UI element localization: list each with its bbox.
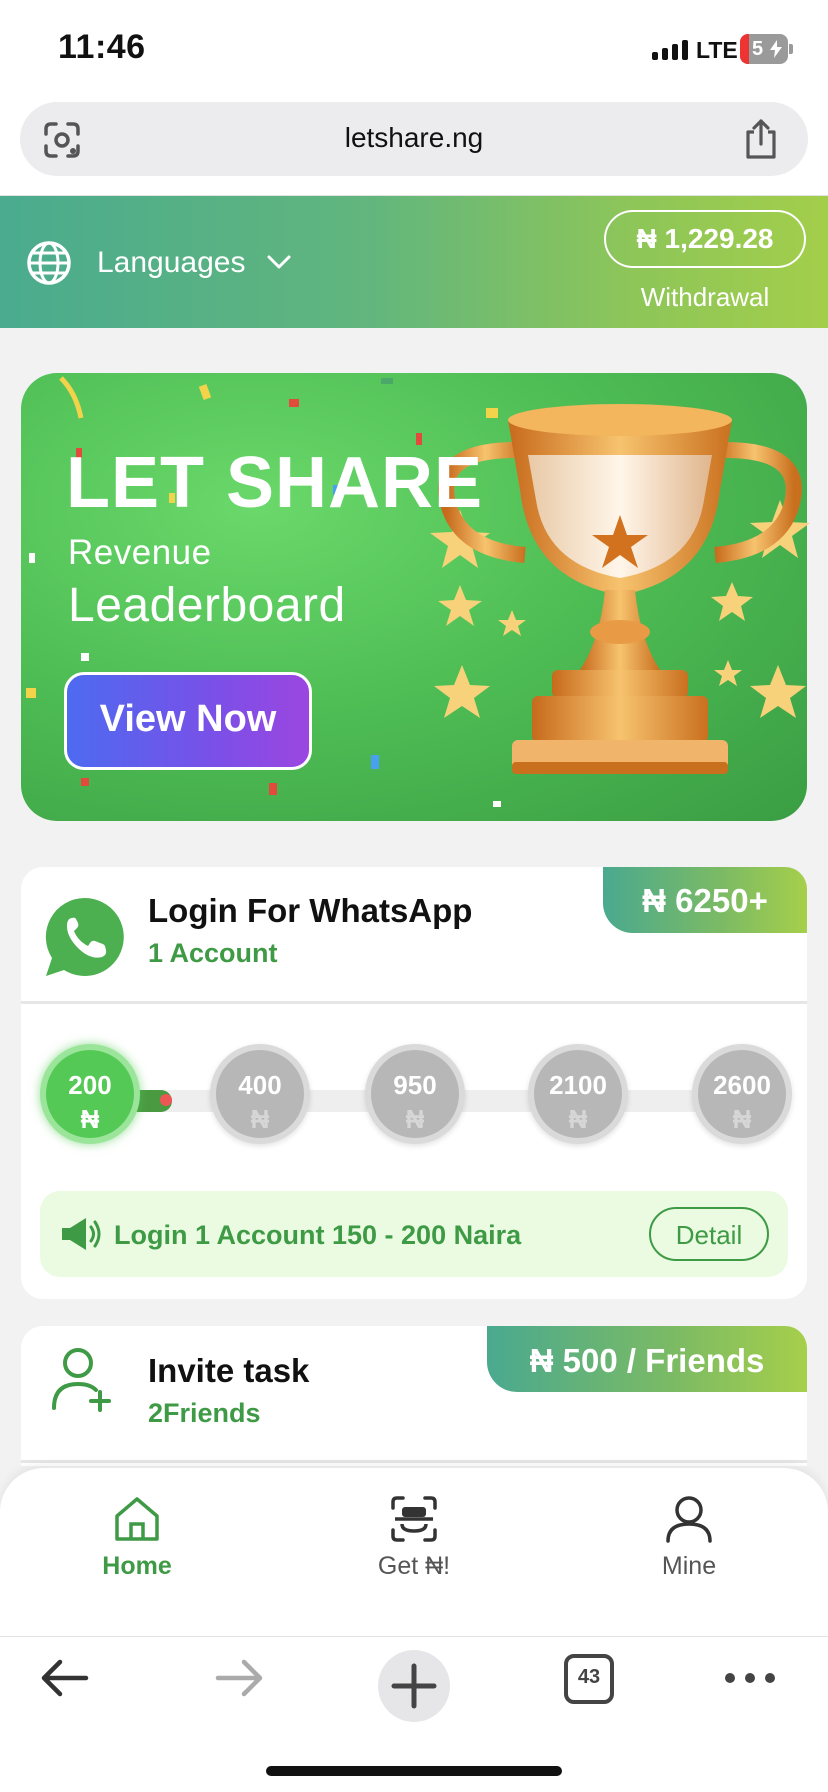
milestone-currency: ₦ [568, 1104, 588, 1134]
banner-subtitle-large: Leaderboard [68, 579, 346, 632]
tab-count[interactable]: 43 [564, 1666, 614, 1689]
megaphone-icon [62, 1218, 101, 1250]
milestone-currency: ₦ [732, 1104, 752, 1134]
chevron-down-icon[interactable] [266, 252, 292, 272]
signal-icon [652, 40, 688, 60]
invite-reward-text: ₦ 500 / Friends [529, 1342, 765, 1379]
back-arrow-icon[interactable] [36, 1650, 92, 1706]
globe-icon[interactable] [26, 240, 72, 286]
user-icon[interactable] [664, 1494, 714, 1544]
milestone-value: 200 [68, 1070, 112, 1100]
add-friend-icon [52, 1348, 111, 1412]
share-icon[interactable] [742, 118, 780, 160]
balance-amount[interactable]: ₦ 1,229.28 [604, 223, 806, 255]
battery-level: 5 [752, 38, 764, 60]
milestone-value: 400 [238, 1070, 282, 1100]
progress-marker [160, 1094, 172, 1106]
milestone-currency: ₦ [80, 1104, 100, 1134]
milestone-value: 2600 [713, 1070, 771, 1100]
forward-arrow-icon[interactable] [212, 1650, 268, 1706]
nav-mine[interactable]: Mine [609, 1552, 769, 1581]
task-subtitle: 1 Account [148, 938, 278, 968]
languages-selector[interactable]: Languages [97, 246, 245, 280]
battery-icon: 5 [740, 34, 788, 64]
withdrawal-link[interactable]: Withdrawal [604, 282, 806, 313]
nav-get-naira[interactable]: Get ₦! [334, 1552, 494, 1581]
milestone-currency: ₦ [405, 1104, 425, 1134]
divider [21, 1001, 807, 1004]
banner-title: LET SHARE [66, 443, 484, 523]
status-time: 11:46 [58, 28, 146, 66]
milestone-value: 2100 [549, 1070, 607, 1100]
milestone-currency: ₦ [250, 1104, 270, 1134]
network-label: LTE [696, 37, 738, 63]
whatsapp-icon [45, 897, 124, 976]
milestone-value: 950 [393, 1070, 437, 1100]
view-now-button-label[interactable]: View Now [64, 698, 312, 741]
nav-home[interactable]: Home [57, 1552, 217, 1581]
banner-subtitle-small: Revenue [68, 533, 212, 572]
detail-button-label[interactable]: Detail [649, 1220, 769, 1251]
url-text[interactable]: letshare.ng [0, 122, 828, 154]
home-icon[interactable] [112, 1494, 162, 1544]
scan-icon[interactable] [389, 1494, 439, 1544]
more-menu-icon[interactable] [722, 1650, 778, 1706]
divider [21, 1460, 807, 1463]
invite-title: Invite task [148, 1352, 310, 1389]
battery-cap [789, 44, 793, 54]
plus-icon[interactable] [386, 1658, 442, 1714]
notice-text: Login 1 Account 150 - 200 Naira [114, 1220, 522, 1250]
task-title: Login For WhatsApp [148, 892, 473, 929]
home-indicator [266, 1766, 562, 1776]
reward-badge-text: ₦ 6250+ [642, 882, 768, 919]
invite-subtitle: 2Friends [148, 1398, 261, 1428]
